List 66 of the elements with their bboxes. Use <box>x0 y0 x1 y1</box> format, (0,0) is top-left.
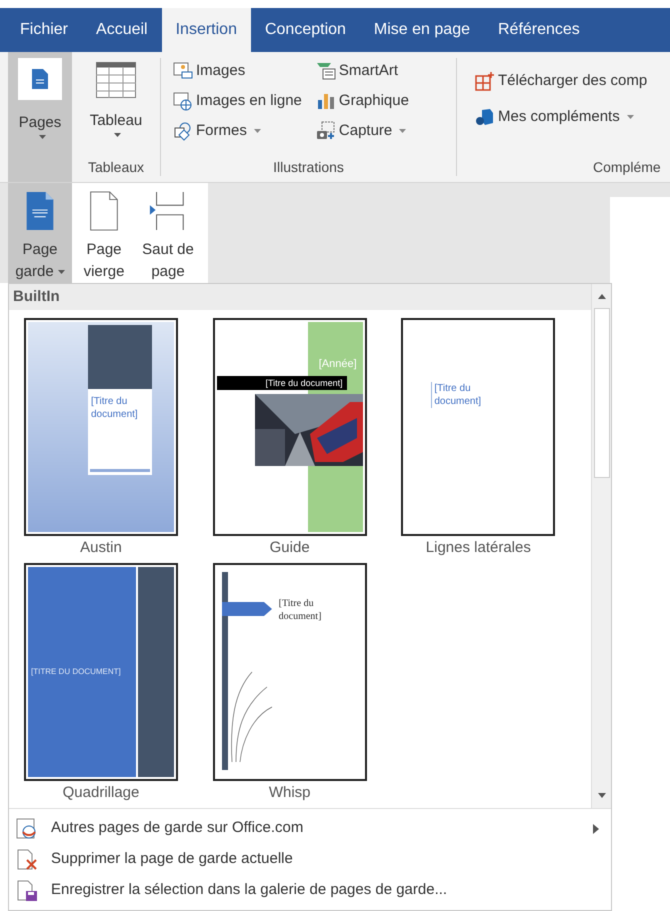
dropdown-caret-icon <box>58 270 65 274</box>
ribbon-button[interactable]: Formes <box>173 116 302 146</box>
header-block <box>88 325 152 389</box>
ribbon-button[interactable]: Mes compléments <box>475 102 670 132</box>
pages-button[interactable]: Pages <box>8 52 72 182</box>
page-icon <box>32 69 48 89</box>
template-name: Austin <box>80 539 122 557</box>
ribbon-button[interactable]: Graphique <box>316 86 409 116</box>
scrollbar-thumb[interactable] <box>594 308 610 478</box>
camera-icon <box>316 121 336 141</box>
ribbon-tab[interactable]: Fichier <box>6 8 82 52</box>
scrollbar[interactable] <box>591 284 611 808</box>
document-title: [Titre du document] <box>278 597 322 623</box>
shapes-icon <box>173 121 193 141</box>
add-grid-icon <box>475 71 495 91</box>
menu-item[interactable]: Supprimer la page de garde actuelle <box>9 844 611 875</box>
menu-item[interactable]: Autres pages de garde sur Office.com <box>9 813 611 844</box>
cover-page-icon <box>24 191 56 231</box>
document-title: [Titre du document] <box>431 382 502 408</box>
template-name: Guide <box>270 539 310 557</box>
cover-page-thumbnail[interactable]: [Année] [Titre du document] <box>212 318 367 536</box>
template-name: Whisp <box>268 784 310 802</box>
cover-page-thumbnail[interactable]: [Titre du document] <box>212 563 367 781</box>
pages-menu-item[interactable]: Page garde <box>8 183 72 283</box>
pages-menu-item[interactable]: Saut de page <box>136 183 200 283</box>
cover-page-thumbnail[interactable]: [Titre du document] <box>401 318 556 536</box>
dropdown-caret-icon <box>399 129 406 133</box>
submenu-arrow-icon <box>593 824 599 834</box>
pages-menu-item[interactable]: Page vierge <box>72 183 136 283</box>
picture-globe-icon <box>173 91 193 111</box>
page-delete-icon <box>15 848 39 870</box>
document-title: [Titre du document] <box>216 376 347 390</box>
ribbon-tab[interactable]: Accueil <box>82 8 162 52</box>
cover-page-thumbnail[interactable]: [Titre du document] <box>24 318 178 536</box>
ribbon-button[interactable]: SmartArt <box>316 56 409 86</box>
ribbon-tab[interactable]: Insertion <box>162 8 251 52</box>
document-title: [TITRE DU DOCUMENT] <box>31 666 121 678</box>
menu-item[interactable]: Enregistrer la sélection dans la galerie de pages de garde... <box>9 875 611 906</box>
ribbon-tab[interactable]: Références <box>484 8 594 52</box>
template-name: Lignes latérales <box>426 539 531 557</box>
section-header: BuiltIn <box>9 284 591 310</box>
picture-icon <box>173 61 193 81</box>
ribbon-button[interactable]: Télécharger des comp <box>475 66 670 96</box>
dropdown-caret-icon <box>626 115 634 119</box>
template-name: Quadrillage <box>62 784 140 802</box>
bar-chart-icon <box>316 91 336 111</box>
smartart-icon <box>316 61 336 81</box>
table-icon <box>96 62 136 98</box>
document-title: [Titre du document] <box>90 395 139 421</box>
dropdown-caret-icon <box>38 134 46 138</box>
group-label: Tableaux <box>88 158 144 177</box>
cube-icon <box>475 107 495 127</box>
dropdown-caret-icon <box>114 132 122 136</box>
blank-page-icon <box>88 191 120 231</box>
table-button[interactable]: Tableau <box>90 52 142 136</box>
group-label: Illustrations <box>273 158 344 177</box>
year-placeholder: [Année] <box>318 357 357 372</box>
ribbon-tab[interactable]: Mise en page <box>360 8 484 52</box>
group-label: Compléme <box>593 158 662 177</box>
dropdown-caret-icon <box>254 129 261 133</box>
ribbon-button[interactable]: Images <box>173 56 302 86</box>
ribbon-tab[interactable]: Conception <box>250 8 360 52</box>
ribbon-button[interactable]: Capture <box>316 116 409 146</box>
cover-page-thumbnail[interactable]: [TITRE DU DOCUMENT] <box>24 563 178 781</box>
page-save-icon <box>15 880 39 902</box>
ribbon-button[interactable]: Images en ligne <box>173 86 302 116</box>
